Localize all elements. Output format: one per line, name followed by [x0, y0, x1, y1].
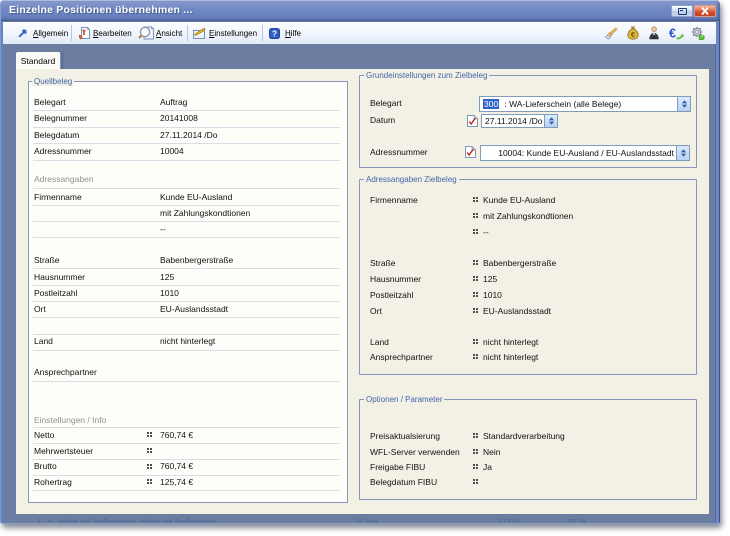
- svg-text:€: €: [669, 27, 676, 40]
- svg-text:?: ?: [272, 28, 277, 38]
